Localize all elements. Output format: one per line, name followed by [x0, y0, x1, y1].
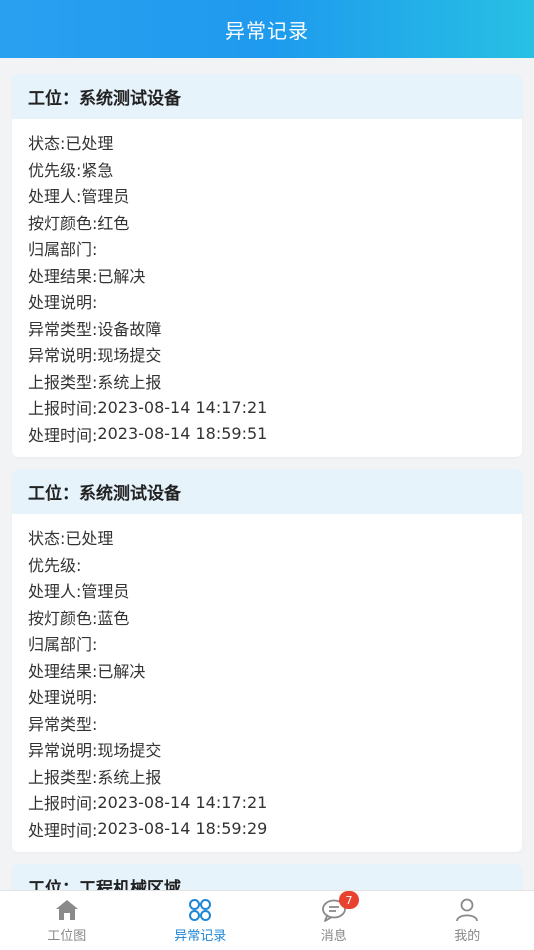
- field-label: 处理人:: [28, 187, 82, 207]
- home-icon: [54, 897, 80, 923]
- app-header: 异常记录: [0, 0, 534, 58]
- field-label: 按灯颜色:: [28, 608, 98, 628]
- field-label: 处理人:: [28, 582, 82, 602]
- field-row: 处理说明:: [28, 683, 506, 710]
- field-row: 异常类型:: [28, 710, 506, 737]
- field-row: 处理结果: 已解决: [28, 657, 506, 684]
- field-row: 处理时间: 2023-08-14 18:59:51: [28, 421, 506, 448]
- page-title: 异常记录: [225, 18, 309, 43]
- field-label: 状态:: [28, 134, 66, 154]
- field-label: 上报时间:: [28, 794, 98, 814]
- field-label: 异常类型:: [28, 714, 98, 734]
- field-value: 管理员: [81, 582, 130, 602]
- field-value: 2023-08-14 14:17:21: [97, 792, 268, 812]
- tab-label: 我的: [454, 929, 481, 944]
- field-row: 按灯颜色: 红色: [28, 209, 506, 236]
- field-value: 2023-08-14 18:59:51: [97, 424, 268, 444]
- field-value: 已解决: [97, 661, 146, 681]
- field-row: 异常类型: 设备故障: [28, 315, 506, 342]
- field-row: 处理时间: 2023-08-14 18:59:29: [28, 816, 506, 843]
- tab-profile[interactable]: 我的: [401, 891, 534, 950]
- field-row: 异常说明: 现场提交: [28, 341, 506, 368]
- card-body: 状态: 已处理 优先级: 处理人: 管理员 按灯颜色: 蓝色 归属部门: 处理结果: 已…: [12, 514, 522, 852]
- field-value: 现场提交: [97, 346, 162, 366]
- field-row: 上报类型: 系统上报: [28, 368, 506, 395]
- field-value: 系统上报: [97, 372, 162, 392]
- tab-label: 异常记录: [174, 929, 227, 944]
- field-value: 现场提交: [97, 741, 162, 761]
- field-row: 处理人: 管理员: [28, 182, 506, 209]
- field-label: 处理时间:: [28, 425, 98, 445]
- field-label: 处理说明:: [28, 293, 98, 313]
- field-row: 处理结果: 已解决: [28, 262, 506, 289]
- field-row: 按灯颜色: 蓝色: [28, 604, 506, 631]
- card-title: 工位：系统测试设备: [12, 74, 522, 119]
- field-row: 上报类型: 系统上报: [28, 763, 506, 790]
- field-label: 归属部门:: [28, 635, 98, 655]
- record-card[interactable]: 工位：系统测试设备 状态: 已处理 优先级: 处理人: 管理员 按灯颜色: 蓝色 归属…: [12, 469, 522, 852]
- field-row: 归属部门:: [28, 235, 506, 262]
- field-label: 上报类型:: [28, 767, 98, 787]
- field-label: 状态:: [28, 529, 66, 549]
- tab-workstation-map[interactable]: 工位图: [0, 891, 134, 950]
- field-value: 2023-08-14 14:17:21: [97, 397, 268, 417]
- tab-messages[interactable]: 消息 7: [267, 891, 401, 950]
- field-label: 异常类型:: [28, 319, 98, 339]
- field-row: 优先级: 紧急: [28, 156, 506, 183]
- field-value: 紧急: [81, 160, 114, 180]
- grid-circles-icon: [187, 897, 213, 923]
- bottom-tab-bar: 工位图 异常记录 消息 7 我的: [0, 890, 534, 950]
- field-label: 归属部门:: [28, 240, 98, 260]
- field-label: 处理结果:: [28, 661, 98, 681]
- field-row: 优先级:: [28, 551, 506, 578]
- field-row: 上报时间: 2023-08-14 14:17:21: [28, 789, 506, 816]
- field-value: 系统上报: [97, 767, 162, 787]
- field-value: 已处理: [65, 134, 114, 154]
- field-row: 异常说明: 现场提交: [28, 736, 506, 763]
- tab-label: 消息: [320, 929, 347, 944]
- field-label: 异常说明:: [28, 741, 98, 761]
- card-title: 工位：系统测试设备: [12, 469, 522, 514]
- field-label: 处理结果:: [28, 266, 98, 286]
- field-row: 处理人: 管理员: [28, 577, 506, 604]
- card-body: 状态: 已处理 优先级: 紧急 处理人: 管理员 按灯颜色: 红色 归属部门: 处理结果…: [12, 119, 522, 457]
- field-value: 已处理: [65, 529, 114, 549]
- field-value: 2023-08-14 18:59:29: [97, 819, 268, 839]
- field-value: 管理员: [81, 187, 130, 207]
- field-label: 上报时间:: [28, 399, 98, 419]
- field-label: 按灯颜色:: [28, 213, 98, 233]
- field-row: 归属部门:: [28, 630, 506, 657]
- field-label: 处理说明:: [28, 688, 98, 708]
- tab-label: 工位图: [47, 929, 87, 944]
- field-row: 状态: 已处理: [28, 524, 506, 551]
- record-list[interactable]: 工位：系统测试设备 状态: 已处理 优先级: 紧急 处理人: 管理员 按灯颜色: 红色 …: [0, 58, 534, 890]
- field-value: 设备故障: [97, 319, 162, 339]
- field-value: 蓝色: [97, 608, 130, 628]
- field-row: 状态: 已处理: [28, 129, 506, 156]
- field-label: 处理时间:: [28, 820, 98, 840]
- field-label: 优先级:: [28, 555, 82, 575]
- tab-exception-records[interactable]: 异常记录: [134, 891, 268, 950]
- card-title: 工位：工程机械区域: [12, 864, 522, 890]
- field-label: 异常说明:: [28, 346, 98, 366]
- field-row: 上报时间: 2023-08-14 14:17:21: [28, 394, 506, 421]
- record-card[interactable]: 工位：工程机械区域: [12, 864, 522, 890]
- record-card[interactable]: 工位：系统测试设备 状态: 已处理 优先级: 紧急 处理人: 管理员 按灯颜色: 红色 …: [12, 74, 522, 457]
- field-label: 优先级:: [28, 160, 82, 180]
- field-value: 已解决: [97, 266, 146, 286]
- field-row: 处理说明:: [28, 288, 506, 315]
- field-label: 上报类型:: [28, 372, 98, 392]
- user-icon: [454, 897, 480, 923]
- field-value: 红色: [97, 213, 130, 233]
- unread-badge: 7: [339, 891, 359, 909]
